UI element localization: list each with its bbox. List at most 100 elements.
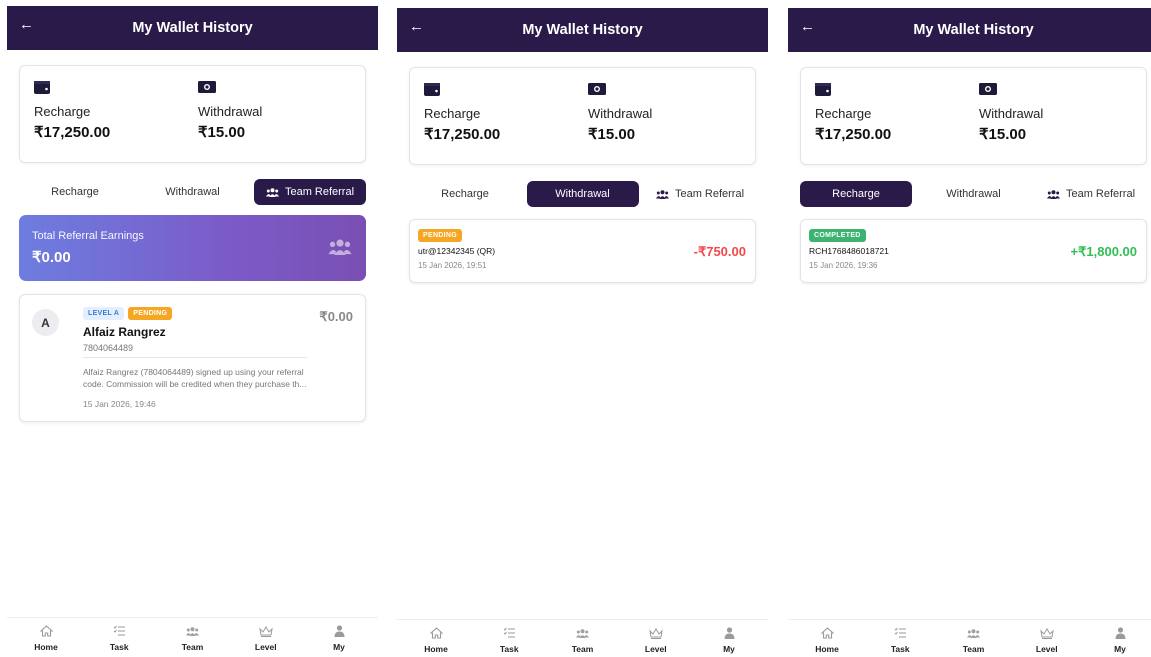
tab-label: Team Referral <box>1065 188 1136 200</box>
wallet-screen-team-referral: ← My Wallet History Recharge ₹17,250.00 … <box>7 6 378 657</box>
nav-label: Level <box>1035 644 1058 654</box>
recharge-label: Recharge <box>34 104 91 119</box>
transaction-reference: utr@12342345 (QR) <box>418 246 496 256</box>
referral-amount: ₹0.00 <box>319 309 353 324</box>
tab-label: Recharge <box>51 186 99 198</box>
crown-icon <box>1040 626 1054 640</box>
divider <box>83 357 307 358</box>
withdrawal-amount: ₹15.00 <box>198 124 246 141</box>
nav-label: Home <box>34 642 58 652</box>
nav-task[interactable]: Task <box>483 620 535 657</box>
home-icon <box>429 626 443 640</box>
bottom-nav: Home Task Team Level My <box>7 617 378 657</box>
nav-label: My <box>1114 644 1126 654</box>
wallet-icon <box>424 82 500 98</box>
transaction-reference: RCH1768486018721 <box>809 246 889 256</box>
nav-home[interactable]: Home <box>20 618 72 657</box>
task-list-icon <box>894 626 907 640</box>
referral-description: Alfaiz Rangrez (7804064489) signed up us… <box>83 367 307 389</box>
team-icon <box>655 189 669 199</box>
back-arrow-icon[interactable]: ← <box>19 16 34 33</box>
recharge-amount: ₹17,250.00 <box>34 124 111 141</box>
nav-my[interactable]: My <box>703 620 755 657</box>
referral-date: 15 Jan 2026, 19:46 <box>83 399 156 409</box>
recharge-summary: Recharge ₹17,250.00 <box>815 82 891 143</box>
nav-home[interactable]: Home <box>410 620 462 657</box>
nav-label: Level <box>254 642 277 652</box>
recharge-summary: Recharge ₹17,250.00 <box>34 80 110 141</box>
tab-recharge[interactable]: Recharge <box>409 181 521 207</box>
avatar: A <box>32 309 59 336</box>
wallet-screen-recharge: ← My Wallet History Recharge ₹17,250.00 … <box>788 8 1151 657</box>
nav-task[interactable]: Task <box>93 618 145 657</box>
history-tabs: Recharge Withdrawal Team Referral <box>19 179 366 205</box>
app-header: ← My Wallet History <box>7 6 378 50</box>
task-list-icon <box>113 624 126 638</box>
nav-label: Team <box>571 644 594 654</box>
tab-recharge[interactable]: Recharge <box>19 179 131 205</box>
withdrawal-summary: Withdrawal ₹15.00 <box>198 80 262 141</box>
tab-label: Withdrawal <box>165 186 220 198</box>
tab-label: Team Referral <box>674 188 745 200</box>
back-arrow-icon[interactable]: ← <box>800 18 815 35</box>
nav-label: Home <box>815 644 839 654</box>
nav-label: My <box>333 642 345 652</box>
nav-team[interactable]: Team <box>557 620 609 657</box>
nav-my[interactable]: My <box>313 618 365 657</box>
nav-level[interactable]: Level <box>1021 620 1073 657</box>
tab-team-referral[interactable]: Team Referral <box>254 179 366 205</box>
tab-label: Recharge <box>441 188 489 200</box>
nav-label: Team <box>962 644 985 654</box>
tab-label: Withdrawal <box>946 188 1001 200</box>
nav-level[interactable]: Level <box>630 620 682 657</box>
withdrawal-amount: ₹15.00 <box>588 126 636 143</box>
total-referral-earnings-card: Total Referral Earnings ₹0.00 <box>19 215 366 281</box>
tab-recharge[interactable]: Recharge <box>800 181 912 207</box>
withdrawal-label: Withdrawal <box>198 104 263 119</box>
recharge-summary: Recharge ₹17,250.00 <box>424 82 500 143</box>
nav-my[interactable]: My <box>1094 620 1146 657</box>
wallet-summary-card: Recharge ₹17,250.00 Withdrawal ₹15.00 <box>19 65 366 163</box>
withdrawal-amount: ₹15.00 <box>979 126 1027 143</box>
team-icon <box>265 187 279 197</box>
tab-label: Team Referral <box>284 186 355 198</box>
nav-team[interactable]: Team <box>948 620 1000 657</box>
nav-team[interactable]: Team <box>167 618 219 657</box>
nav-home[interactable]: Home <box>801 620 853 657</box>
back-arrow-icon[interactable]: ← <box>409 18 424 35</box>
status-badge: PENDING <box>128 307 173 320</box>
level-badge: LEVEL A <box>83 307 125 320</box>
team-icon <box>328 239 352 260</box>
transaction-amount: -₹750.00 <box>693 244 746 259</box>
nav-task[interactable]: Task <box>874 620 926 657</box>
recharge-amount: ₹17,250.00 <box>815 126 892 143</box>
status-badge: COMPLETED <box>809 229 866 242</box>
team-icon <box>967 626 980 640</box>
wallet-icon <box>34 80 110 96</box>
nav-label: Task <box>109 642 129 652</box>
money-bill-icon <box>979 82 1043 98</box>
nav-level[interactable]: Level <box>240 618 292 657</box>
nav-label: My <box>723 644 735 654</box>
transaction-card: PENDING utr@12342345 (QR) 15 Jan 2026, 1… <box>409 219 756 283</box>
tab-team-referral[interactable]: Team Referral <box>644 181 756 207</box>
team-icon <box>1046 189 1060 199</box>
withdrawal-label: Withdrawal <box>979 106 1044 121</box>
user-icon <box>334 624 345 638</box>
nav-label: Team <box>181 642 204 652</box>
referral-phone: 7804064489 <box>83 343 134 353</box>
home-icon <box>39 624 53 638</box>
wallet-icon <box>815 82 891 98</box>
tab-label: Withdrawal <box>555 188 610 200</box>
tab-withdrawal[interactable]: Withdrawal <box>137 179 249 205</box>
tab-withdrawal[interactable]: Withdrawal <box>526 181 639 207</box>
tab-team-referral[interactable]: Team Referral <box>1035 181 1147 207</box>
wallet-screen-withdrawal: ← My Wallet History Recharge ₹17,250.00 … <box>397 8 768 657</box>
history-tabs: Recharge Withdrawal Team Referral <box>409 181 756 207</box>
transaction-amount: +₹1,800.00 <box>1070 244 1137 259</box>
transaction-date: 15 Jan 2026, 19:36 <box>809 261 878 270</box>
tab-withdrawal[interactable]: Withdrawal <box>918 181 1030 207</box>
home-icon <box>820 626 834 640</box>
transaction-date: 15 Jan 2026, 19:51 <box>418 261 487 270</box>
page-title: My Wallet History <box>132 20 253 36</box>
